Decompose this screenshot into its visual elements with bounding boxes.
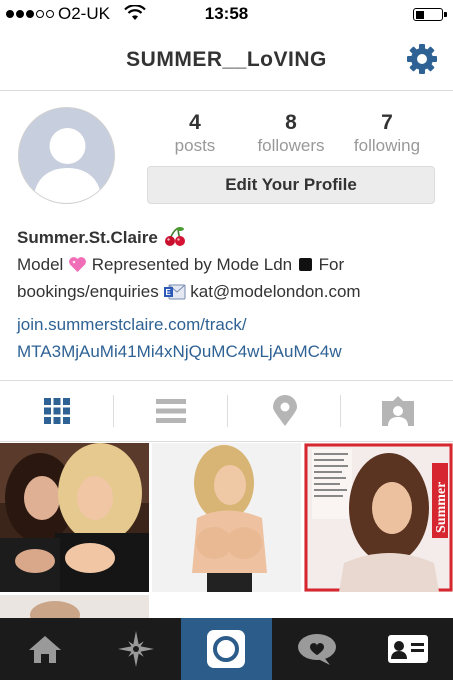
tab-grid[interactable] bbox=[0, 381, 113, 441]
followers-label: followers bbox=[257, 136, 325, 155]
username-title: SUMMER__LoVING bbox=[126, 48, 327, 71]
tab-profile[interactable] bbox=[362, 618, 453, 680]
sparkling-heart-emoji-icon bbox=[69, 257, 86, 272]
edit-profile-button[interactable]: Edit Your Profile bbox=[147, 166, 435, 204]
gear-icon[interactable] bbox=[405, 42, 439, 76]
default-avatar-icon bbox=[33, 128, 102, 203]
activity-icon bbox=[298, 634, 337, 665]
tab-list[interactable] bbox=[114, 381, 227, 441]
photo-thumbnail[interactable]: Summer bbox=[304, 443, 453, 592]
tab-tagged[interactable] bbox=[341, 381, 453, 441]
black-square-emoji-icon bbox=[298, 258, 312, 271]
bio-for-text: For bbox=[318, 255, 345, 274]
svg-text:E: E bbox=[165, 288, 171, 297]
photo-grid: Summer bbox=[0, 443, 453, 618]
cherry-emoji-icon bbox=[164, 227, 185, 246]
profile-bio: Summer.St.Claire Model Represented by Mo… bbox=[17, 224, 442, 365]
photo-thumbnail[interactable] bbox=[0, 595, 149, 618]
profile-link-line-1[interactable]: join.summerstclaire.com/track/ bbox=[17, 311, 442, 338]
photo-4-image bbox=[0, 595, 149, 618]
posts-stat[interactable]: 4 posts bbox=[145, 112, 245, 156]
tab-location[interactable] bbox=[228, 381, 341, 441]
tab-camera[interactable] bbox=[181, 618, 272, 680]
photo-thumbnail[interactable] bbox=[152, 443, 301, 592]
magazine-cover-text: Summer bbox=[434, 482, 449, 533]
clock: 13:58 bbox=[204, 4, 249, 23]
home-icon bbox=[29, 636, 62, 663]
following-label: following bbox=[353, 136, 421, 155]
status-bar: O2-UK 13:58 bbox=[0, 0, 453, 28]
camera-icon bbox=[207, 630, 246, 668]
photo-1-image bbox=[0, 443, 149, 592]
tab-home[interactable] bbox=[0, 618, 91, 680]
list-icon bbox=[155, 399, 186, 423]
navigation-bar: SUMMER__LoVING bbox=[0, 28, 453, 91]
explore-icon bbox=[117, 631, 154, 667]
posts-count: 4 bbox=[189, 111, 201, 134]
following-count: 7 bbox=[381, 111, 393, 134]
bio-bookings-text: bookings/enquiries bbox=[17, 282, 159, 301]
followers-count: 8 bbox=[285, 111, 297, 134]
profile-link-line-2[interactable]: MTA3MjAuMi41Mi4xNjQuMC4wLjAuMC4w bbox=[17, 338, 442, 365]
email-emoji-icon: E bbox=[163, 284, 185, 300]
photo-3-image: Summer bbox=[304, 443, 453, 592]
tab-activity[interactable] bbox=[272, 618, 363, 680]
grid-icon bbox=[43, 398, 70, 424]
photo-2-image bbox=[152, 443, 301, 592]
tab-explore[interactable] bbox=[91, 618, 182, 680]
avatar[interactable] bbox=[18, 107, 115, 204]
followers-stat[interactable]: 8 followers bbox=[241, 112, 341, 156]
tagged-icon bbox=[381, 396, 414, 426]
battery-icon bbox=[413, 8, 447, 21]
profile-view-tabs bbox=[0, 380, 453, 442]
posts-label: posts bbox=[174, 136, 216, 155]
following-stat[interactable]: 7 following bbox=[337, 112, 437, 156]
location-icon bbox=[272, 395, 297, 426]
bio-represented-text: Represented by Mode Ldn bbox=[91, 255, 293, 274]
bottom-tab-bar bbox=[0, 618, 453, 680]
bio-model-text: Model bbox=[17, 255, 64, 274]
profile-icon bbox=[387, 635, 428, 663]
bio-email[interactable]: kat@modelondon.com bbox=[190, 282, 360, 301]
display-name: Summer.St.Claire bbox=[17, 228, 158, 247]
photo-thumbnail[interactable] bbox=[0, 443, 149, 592]
